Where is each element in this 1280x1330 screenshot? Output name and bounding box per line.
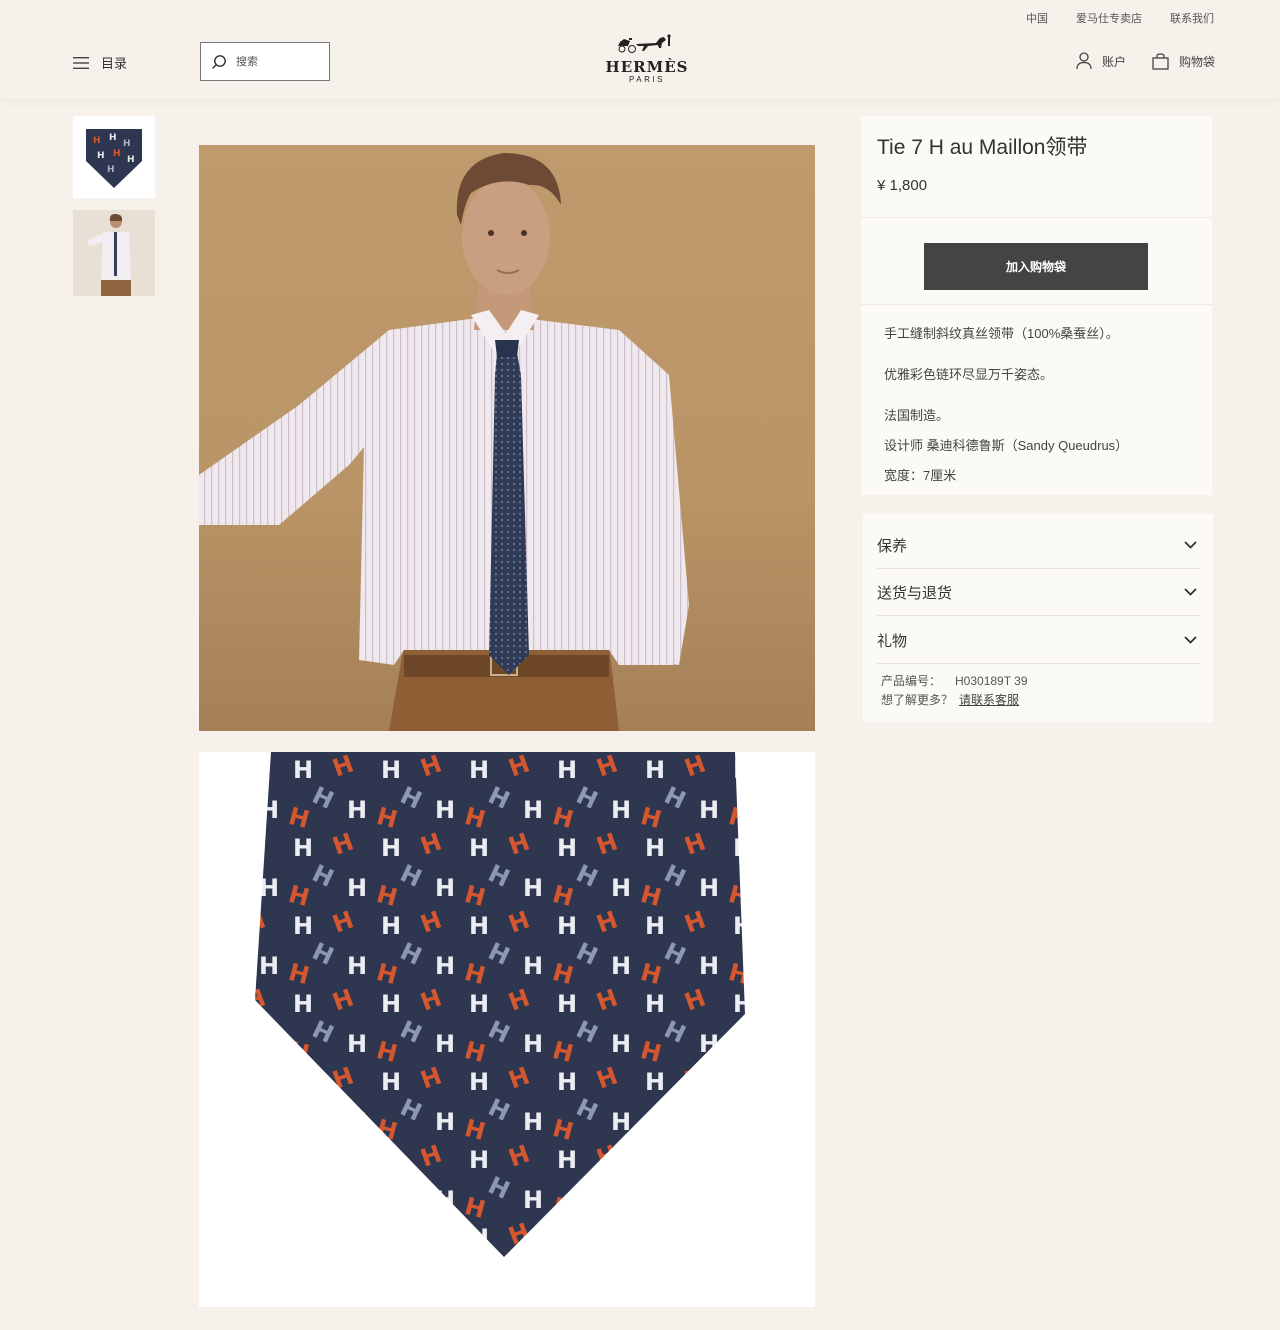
product-details-accordion: 保养 送货与退货 礼物 产品编号： H030189T 39 想了解更多？ 请联系客服 (863, 514, 1213, 722)
search-icon (212, 54, 226, 69)
logo-city: PARIS (629, 75, 665, 84)
product-photo-tie: H H H H H (199, 752, 815, 1307)
search-input[interactable] (236, 55, 316, 68)
product-photo-model (199, 145, 815, 731)
utility-link-contact[interactable]: 联系我们 (1170, 10, 1214, 26)
hermes-logo[interactable]: HERMÈS PARIS (600, 34, 694, 84)
contact-question: 想了解更多？ (881, 693, 954, 707)
carriage-logo-icon (618, 34, 671, 53)
utility-link-region[interactable]: 中国 (1026, 10, 1048, 26)
reference-value: H030189T 39 (955, 674, 1028, 688)
bag-label: 购物袋 (1178, 54, 1215, 69)
chevron-down-icon (1184, 636, 1197, 644)
menu-label: 目录 (101, 56, 128, 71)
add-to-bag-button[interactable]: 加入购物袋 (924, 243, 1148, 290)
thumbnail-tie[interactable]: H H H H H H H (73, 116, 155, 198)
chevron-down-icon (1184, 588, 1197, 596)
menu-button[interactable]: 目录 (73, 53, 127, 72)
product-price: ¥ 1,800 (877, 177, 928, 194)
svg-text:H: H (127, 155, 135, 165)
product-title: Tie 7 H au Maillon领带 (877, 136, 1088, 159)
accordion-gift[interactable]: 礼物 (877, 617, 1201, 664)
svg-text:H: H (113, 149, 121, 159)
accordion-label: 保养 (877, 537, 908, 555)
thumbnail-model[interactable] (73, 210, 155, 296)
divider (861, 304, 1212, 305)
product-info-card: Tie 7 H au Maillon领带 ¥ 1,800 加入购物袋 手工缝制斜… (861, 116, 1212, 495)
account-button[interactable]: 账户 (1076, 52, 1126, 70)
description-line: 宽度：7厘米 (884, 468, 957, 483)
reference-label: 产品编号： (881, 674, 942, 688)
svg-text:H: H (93, 136, 101, 146)
svg-text:H: H (109, 133, 117, 143)
user-icon (1076, 52, 1092, 70)
utility-nav: 中国 爱马仕专卖店 联系我们 (1026, 10, 1214, 26)
description-line: 设计师 桑迪科德鲁斯（Sandy Queudrus） (884, 438, 1129, 453)
description-line: 法国制造。 (884, 408, 950, 423)
search-box[interactable] (200, 42, 330, 81)
user-actions: 账户 购物袋 (1076, 52, 1215, 70)
accordion-care[interactable]: 保养 (877, 522, 1201, 569)
hamburger-icon (73, 56, 89, 69)
divider (861, 217, 1212, 218)
accordion-delivery-returns[interactable]: 送货与退货 (877, 569, 1201, 616)
svg-text:H: H (123, 139, 131, 149)
accordion-label: 礼物 (877, 632, 908, 650)
contact-prompt: 想了解更多？ 请联系客服 (881, 691, 1019, 708)
chevron-down-icon (1184, 541, 1197, 549)
shopping-bag-icon (1152, 52, 1169, 70)
logo-wordmark: HERMÈS (605, 58, 689, 76)
account-label: 账户 (1101, 54, 1126, 69)
description-line: 手工缝制斜纹真丝领带（100%桑蚕丝）。 (884, 326, 1119, 341)
model-thumbnail-image (73, 210, 155, 296)
svg-text:H: H (107, 165, 115, 175)
product-reference: 产品编号： H030189T 39 (881, 672, 1028, 689)
contact-service-link[interactable]: 请联系客服 (959, 693, 1019, 707)
site-header: 中国 爱马仕专卖店 联系我们 目录 搜索 HERMÈS PARIS 账户 购物袋 (0, 0, 1280, 98)
accordion-label: 送货与退货 (877, 584, 953, 602)
description-line: 优雅彩色链环尽显万千姿态。 (884, 367, 1054, 382)
svg-text:H: H (97, 151, 105, 161)
shopping-bag-button[interactable]: 购物袋 (1152, 52, 1215, 70)
utility-link-stores[interactable]: 爱马仕专卖店 (1076, 10, 1142, 26)
tie-thumbnail-image: H H H H H H H (86, 129, 142, 188)
